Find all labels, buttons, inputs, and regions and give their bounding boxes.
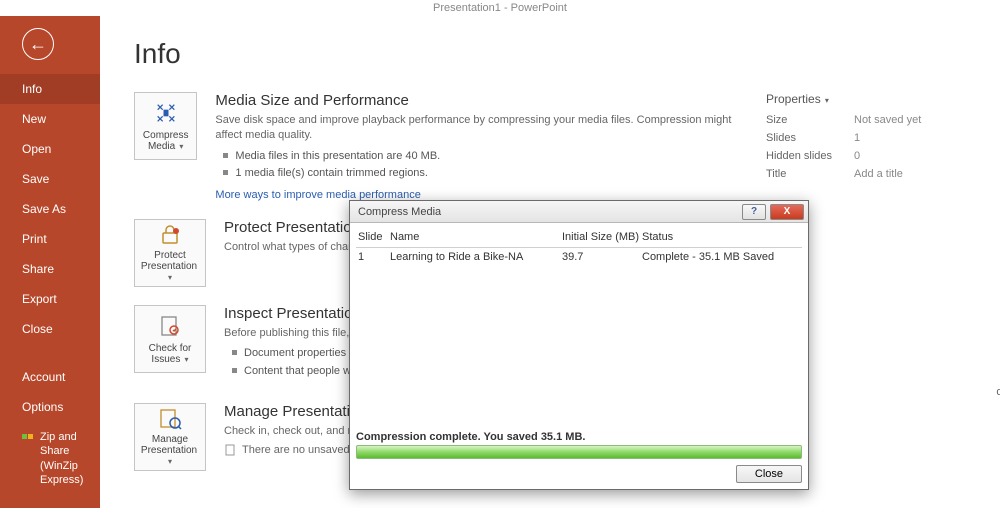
inspect-icon: [157, 313, 183, 339]
header-name: Name: [390, 231, 562, 243]
section-media: Compress Media ▾ Media Size and Performa…: [134, 92, 746, 201]
cell-slide: 1: [356, 251, 390, 263]
backstage-sidebar: ← Info New Open Save Save As Print Share…: [0, 16, 100, 508]
zip-icon: [22, 431, 34, 443]
manage-desc: Check in, check out, and re: [224, 424, 357, 439]
header-slide: Slide: [356, 231, 390, 243]
header-size: Initial Size (MB): [562, 231, 642, 243]
app-title-bar: Presentation1 - PowerPoint: [0, 0, 1000, 16]
prop-label-size: Size: [766, 114, 854, 126]
manage-title: Manage Presentati: [224, 403, 357, 420]
nav-share[interactable]: Share: [0, 254, 100, 284]
protect-title: Protect Presentatio: [224, 219, 360, 236]
progress-bar: [356, 445, 802, 459]
check-issues-button[interactable]: Check for Issues ▾: [134, 305, 206, 373]
nav-new[interactable]: New: [0, 104, 100, 134]
inspect-bullet: Document properties a: [232, 345, 359, 363]
cell-size: 39.7: [562, 251, 642, 263]
manage-icon: [157, 406, 183, 430]
nav-save-as[interactable]: Save As: [0, 194, 100, 224]
page-title: Info: [134, 38, 966, 70]
prop-value-size: Not saved yet: [854, 114, 921, 126]
prop-label-hidden: Hidden slides: [766, 150, 854, 162]
cutoff-text: ox: [996, 386, 1000, 398]
progress-text: Compression complete. You saved 35.1 MB.: [356, 431, 802, 443]
chevron-down-icon: ▾: [168, 457, 172, 466]
compress-media-dialog: Compress Media ? X Slide Name Initial Si…: [349, 200, 809, 490]
lock-icon: [157, 222, 183, 246]
inspect-title: Inspect Presentatio: [224, 305, 359, 322]
dialog-help-button[interactable]: ?: [742, 204, 766, 220]
chevron-down-icon: ▾: [182, 355, 188, 364]
cell-name: Learning to Ride a Bike-NA: [390, 251, 562, 263]
nav-print[interactable]: Print: [0, 224, 100, 254]
chevron-down-icon: ▾: [177, 142, 183, 151]
media-bullet: Media files in this presentation are 40 …: [223, 148, 746, 166]
nav-zip-share[interactable]: Zip and Share (WinZip Express): [0, 422, 100, 495]
prop-value-title[interactable]: Add a title: [854, 168, 903, 180]
nav-info[interactable]: Info: [0, 74, 100, 104]
nav-save[interactable]: Save: [0, 164, 100, 194]
properties-heading[interactable]: Properties ▾: [766, 92, 966, 106]
compress-media-button[interactable]: Compress Media ▾: [134, 92, 197, 160]
media-bullet: 1 media file(s) contain trimmed regions.: [223, 165, 746, 183]
prop-label-slides: Slides: [766, 132, 854, 144]
nav-zip-label: Zip and Share (WinZip Express): [40, 430, 92, 487]
nav-open[interactable]: Open: [0, 134, 100, 164]
compress-media-icon: [153, 100, 179, 126]
manage-presentation-button[interactable]: Manage Presentation ▾: [134, 403, 206, 471]
dialog-title: Compress Media: [358, 206, 441, 218]
protect-desc: Control what types of chang: [224, 240, 360, 255]
dialog-titlebar[interactable]: Compress Media ? X: [350, 201, 808, 223]
nav-account[interactable]: Account: [0, 362, 100, 392]
media-desc: Save disk space and improve playback per…: [215, 113, 746, 144]
dialog-close-x-button[interactable]: X: [770, 204, 804, 220]
nav-close[interactable]: Close: [0, 314, 100, 344]
back-arrow-icon: ←: [29, 34, 47, 55]
nav-export[interactable]: Export: [0, 284, 100, 314]
prop-label-title: Title: [766, 168, 854, 180]
header-status: Status: [642, 231, 802, 243]
prop-value-slides: 1: [854, 132, 860, 144]
chevron-down-icon: ▾: [823, 96, 829, 105]
chevron-down-icon: ▾: [168, 273, 172, 282]
document-icon: [224, 444, 236, 456]
cell-status: Complete - 35.1 MB Saved: [642, 251, 802, 263]
dialog-grid-row: 1 Learning to Ride a Bike-NA 39.7 Comple…: [356, 248, 802, 266]
manage-sub: There are no unsaved: [242, 444, 350, 456]
media-title: Media Size and Performance: [215, 92, 746, 109]
inspect-desc: Before publishing this file, b: [224, 326, 359, 341]
protect-presentation-button[interactable]: Protect Presentation ▾: [134, 219, 206, 287]
dialog-close-button[interactable]: Close: [736, 465, 802, 483]
back-button[interactable]: ←: [22, 28, 54, 60]
prop-value-hidden: 0: [854, 150, 860, 162]
inspect-bullet: Content that people wi: [232, 363, 359, 381]
dialog-grid-header: Slide Name Initial Size (MB) Status: [356, 229, 802, 248]
nav-options[interactable]: Options: [0, 392, 100, 422]
